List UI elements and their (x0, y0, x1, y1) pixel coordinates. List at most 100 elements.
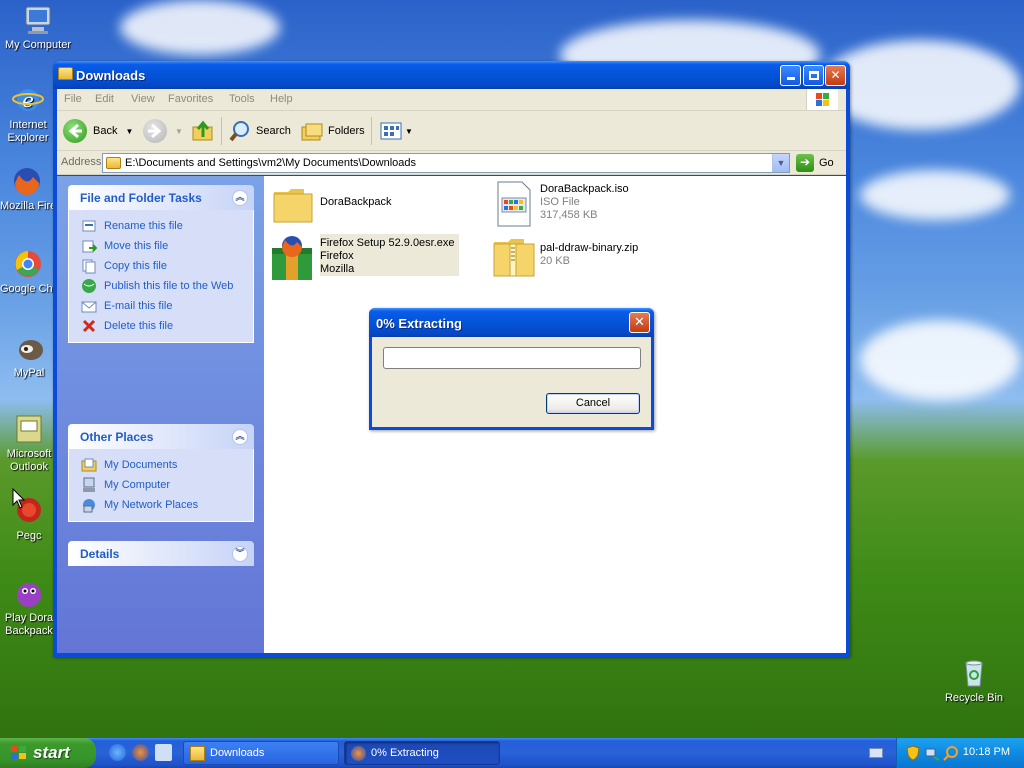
email-icon (81, 298, 97, 314)
computer-icon (81, 477, 97, 493)
desktop-icon-play-dora[interactable]: Play Dora Backpack (0, 577, 58, 638)
taskbar-item-extracting[interactable]: 0% Extracting (344, 741, 500, 765)
firefox-icon (11, 165, 43, 197)
details-header[interactable]: Details ︾ (68, 541, 254, 566)
delete-x-icon (81, 318, 97, 334)
mypal-icon (13, 332, 45, 364)
forward-button[interactable]: ▼ (143, 119, 183, 143)
folders-icon (301, 123, 323, 141)
cancel-button[interactable]: Cancel (546, 393, 640, 414)
go-button[interactable]: ➔ Go (796, 153, 834, 173)
forward-dropdown-icon[interactable]: ▼ (175, 127, 183, 136)
desktop-icon-recycle-bin[interactable]: Recycle Bin (938, 657, 1010, 705)
explorer-titlebar[interactable]: Downloads ✕ (53, 61, 850, 89)
task-move-file[interactable]: Move this file (81, 236, 253, 256)
desktop-icon-firefox[interactable]: Mozilla Firefox (0, 165, 54, 213)
task-rename-file[interactable]: Rename this file (81, 216, 253, 236)
start-button[interactable]: start (0, 738, 96, 768)
quicklaunch-desktop-icon[interactable] (155, 744, 172, 761)
address-dropdown-icon[interactable]: ▼ (772, 154, 789, 172)
place-my-computer[interactable]: My Computer (81, 475, 253, 495)
desktop-icon-internet-explorer[interactable]: e Internet Explorer (0, 84, 56, 145)
address-value: E:\Documents and Settings\vm2\My Documen… (125, 157, 417, 169)
task-copy-file[interactable]: Copy this file (81, 256, 253, 276)
search-icon (229, 121, 249, 142)
network-tray-icon[interactable] (924, 745, 940, 761)
windows-flag-icon (11, 746, 26, 759)
task-delete-file[interactable]: Delete this file (81, 316, 253, 336)
folders-button[interactable]: Folders (300, 119, 365, 143)
other-places-header[interactable]: Other Places ︽ (68, 424, 254, 449)
desktop-icon-mypal[interactable]: MyPal (0, 332, 58, 380)
back-button[interactable]: Back ▼ (63, 119, 133, 143)
back-dropdown-icon[interactable]: ▼ (125, 127, 133, 136)
cloud (120, 0, 280, 55)
task-pane: File and Folder Tasks ︽ Rename this file… (57, 176, 264, 653)
other-places-panel: Other Places ︽ My Documents My Computer … (68, 424, 254, 522)
computer-icon (22, 4, 54, 36)
taskbar-item-downloads[interactable]: Downloads (183, 741, 339, 765)
cloud (860, 320, 1020, 400)
search-tray-icon[interactable] (943, 745, 959, 761)
copy-icon (81, 258, 97, 274)
file-item-dorabackpack-folder[interactable]: DoraBackpack (270, 180, 392, 228)
toolbar-separator (371, 117, 372, 145)
search-button[interactable]: Search (228, 119, 291, 143)
up-folder-button[interactable] (191, 119, 215, 143)
dialog-titlebar[interactable]: 0% Extracting ✕ (369, 308, 654, 337)
extracting-dialog: 0% Extracting ✕ Cancel (369, 308, 654, 430)
dialog-close-button[interactable]: ✕ (629, 312, 650, 333)
clock: 10:18 PM (962, 746, 1010, 758)
minimize-button[interactable] (780, 65, 801, 86)
desktop-icon-chrome[interactable]: Google Chrome (0, 248, 56, 296)
security-shield-icon[interactable] (905, 745, 921, 761)
collapse-chevron-icon[interactable]: ︽ (232, 429, 248, 445)
quicklaunch-firefox-icon[interactable] (132, 744, 149, 761)
system-tray: 10:18 PM (896, 738, 1024, 768)
internet-explorer-icon: e (12, 84, 44, 116)
place-my-documents[interactable]: My Documents (81, 455, 253, 475)
menu-view[interactable]: View (131, 93, 155, 105)
task-publish-web[interactable]: Publish this file to the Web (81, 276, 253, 296)
place-my-network[interactable]: My Network Places (81, 495, 253, 515)
keyboard-icon[interactable] (869, 748, 883, 758)
collapse-chevron-icon[interactable]: ︽ (232, 190, 248, 206)
task-email-file[interactable]: E-mail this file (81, 296, 253, 316)
menu-bar: File Edit View Favorites Tools Help (57, 89, 846, 111)
file-folder-tasks-panel: File and Folder Tasks ︽ Rename this file… (68, 185, 254, 343)
expand-chevron-icon[interactable]: ︾ (232, 546, 248, 562)
views-button[interactable]: ▼ (379, 119, 413, 143)
menu-tools[interactable]: Tools (229, 93, 255, 105)
desktop-icon-outlook[interactable]: Microsoft Outlook (0, 413, 58, 474)
my-documents-icon (81, 457, 97, 473)
dialog-title: 0% Extracting (376, 316, 462, 331)
address-input[interactable]: E:\Documents and Settings\vm2\My Documen… (102, 153, 790, 173)
folder-icon (190, 745, 205, 761)
backpack-icon (13, 577, 45, 609)
folder-icon (270, 180, 318, 228)
file-item-pal-ddraw-zip[interactable]: pal-ddraw-binary.zip 20 KB (490, 234, 638, 282)
file-item-firefox-setup[interactable]: Firefox Setup 52.9.0esr.exe Firefox Mozi… (270, 234, 459, 282)
file-item-dorabackpack-iso[interactable]: DoraBackpack.iso ISO File 317,458 KB (490, 180, 629, 228)
desktop-icon-pegc[interactable]: Pegc (0, 495, 58, 543)
iso-file-icon (490, 180, 538, 228)
extract-progress-bar (383, 347, 641, 369)
folder-icon (58, 67, 73, 80)
menu-file[interactable]: File (64, 93, 82, 105)
firefox-installer-icon (351, 745, 366, 761)
close-button[interactable]: ✕ (825, 65, 846, 86)
menu-help[interactable]: Help (270, 93, 293, 105)
up-folder-icon (192, 120, 213, 141)
back-arrow-icon (63, 119, 87, 143)
address-label: Address (61, 156, 102, 168)
views-icon (380, 122, 402, 140)
views-dropdown-icon: ▼ (405, 126, 413, 136)
menu-edit[interactable]: Edit (95, 93, 114, 105)
chrome-icon (12, 248, 44, 280)
maximize-button[interactable] (803, 65, 824, 86)
quicklaunch-ie-icon[interactable] (109, 744, 126, 761)
desktop-icon-my-computer[interactable]: My Computer (0, 4, 76, 52)
move-icon (81, 238, 98, 254)
menu-favorites[interactable]: Favorites (168, 93, 213, 105)
file-folder-tasks-header[interactable]: File and Folder Tasks ︽ (68, 185, 254, 210)
